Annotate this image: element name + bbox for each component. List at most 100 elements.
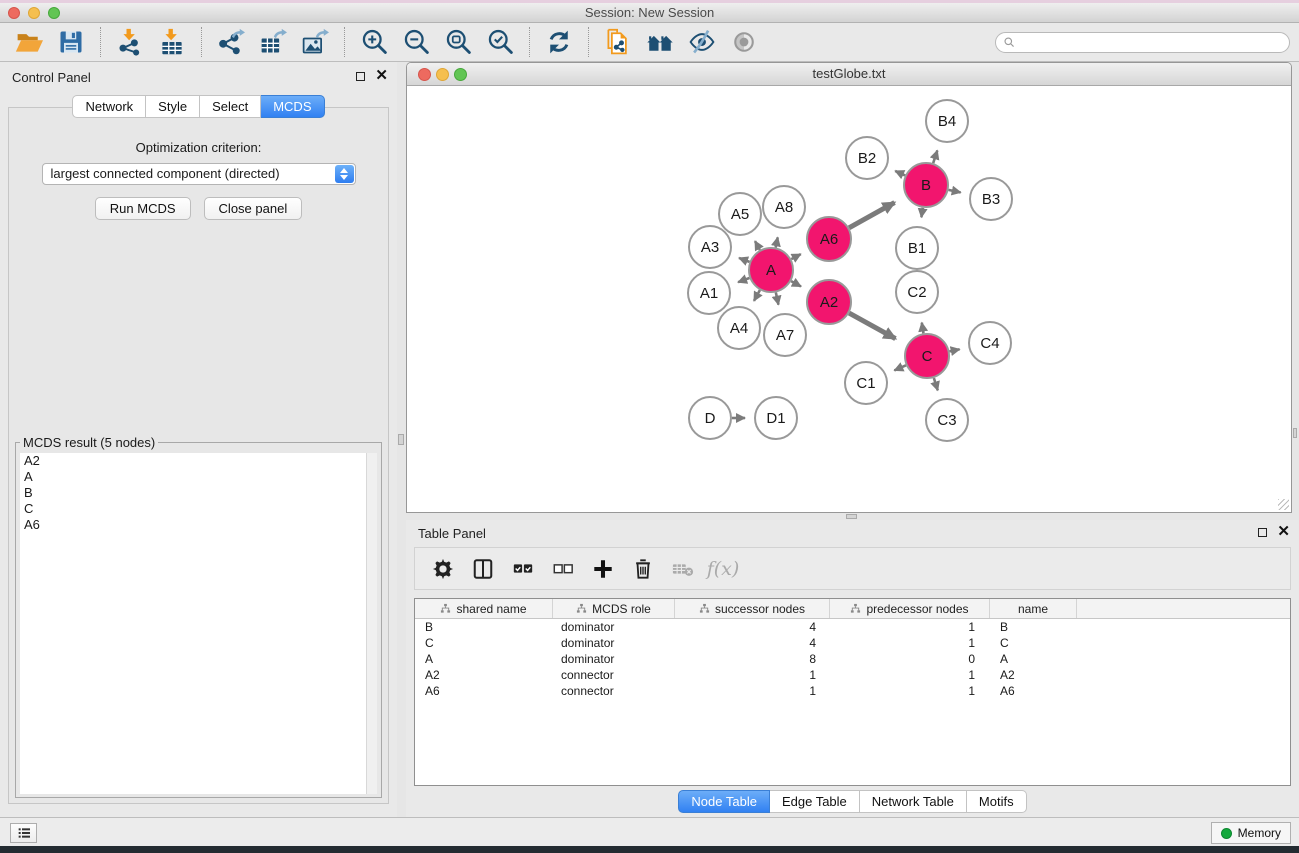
vertical-splitter[interactable] <box>397 62 406 817</box>
export-network-icon[interactable] <box>216 27 246 57</box>
search-box[interactable] <box>995 32 1290 53</box>
delete-table-icon[interactable] <box>671 557 695 581</box>
show-all-icon[interactable] <box>729 27 759 57</box>
save-session-icon[interactable] <box>56 27 86 57</box>
tab-mcds[interactable]: MCDS <box>261 95 324 118</box>
list-item[interactable]: A2 <box>20 453 377 469</box>
minimize-window-button[interactable] <box>28 7 40 19</box>
first-neighbors-icon[interactable] <box>645 27 675 57</box>
graph-edge-A-A3[interactable] <box>739 258 749 262</box>
table-row[interactable]: Bdominator41B <box>415 619 1290 635</box>
tab-network-table[interactable]: Network Table <box>860 790 967 813</box>
import-network-icon[interactable] <box>115 27 145 57</box>
network-minimize-button[interactable] <box>436 68 449 81</box>
graph-node-label: A3 <box>701 239 719 256</box>
graph-node-label: B <box>921 177 931 194</box>
close-panel-icon[interactable]: ✕ <box>375 71 388 81</box>
zoom-window-button[interactable] <box>48 7 60 19</box>
graph-edge-A-A4[interactable] <box>754 290 760 301</box>
network-zoom-button[interactable] <box>454 68 467 81</box>
tab-motifs[interactable]: Motifs <box>967 790 1027 813</box>
graph-edge-A2-C[interactable] <box>849 313 895 339</box>
graph-edge-B-B3[interactable] <box>948 190 960 193</box>
list-item[interactable]: B <box>20 485 377 501</box>
close-panel-button[interactable]: Close panel <box>204 197 303 220</box>
tab-style[interactable]: Style <box>146 95 200 118</box>
split-view-icon[interactable] <box>471 557 495 581</box>
open-file-icon[interactable] <box>14 27 44 57</box>
graph-edge-A-A8[interactable] <box>776 237 778 247</box>
resize-grip[interactable] <box>1278 499 1289 510</box>
export-image-icon[interactable] <box>300 27 330 57</box>
close-window-button[interactable] <box>8 7 20 19</box>
splitter-handle[interactable] <box>398 434 404 445</box>
toolbar-separator <box>588 27 589 57</box>
table-cell: A2 <box>990 668 1077 682</box>
graph-edge-C-C3[interactable] <box>934 378 938 390</box>
tab-edge-table[interactable]: Edge Table <box>770 790 860 813</box>
apply-layout-icon[interactable] <box>544 27 574 57</box>
graph-edge-C-C4[interactable] <box>950 349 960 351</box>
splitter-handle[interactable] <box>1293 428 1297 438</box>
graph-edge-B-B1[interactable] <box>921 208 922 218</box>
float-panel-icon[interactable] <box>356 72 365 81</box>
graph-edge-A-A2[interactable] <box>791 281 801 286</box>
table-cell: 4 <box>675 636 830 650</box>
column-header[interactable]: successor nodes <box>675 599 830 618</box>
deselect-all-icon[interactable] <box>551 557 575 581</box>
apply-function-icon[interactable]: f(x) <box>711 557 735 581</box>
table-row[interactable]: Cdominator41C <box>415 635 1290 651</box>
splitter-handle[interactable] <box>846 514 857 519</box>
table-row[interactable]: A2connector11A2 <box>415 667 1290 683</box>
export-table-icon[interactable] <box>258 27 288 57</box>
float-panel-icon[interactable] <box>1258 528 1267 537</box>
run-mcds-button[interactable]: Run MCDS <box>95 197 191 220</box>
graph-edge-A-A6[interactable] <box>791 254 800 259</box>
tab-select[interactable]: Select <box>200 95 261 118</box>
network-canvas[interactable]: AA1A2A3A4A5A6A7A8BB1B2B3B4CC1C2C3C4DD1 <box>407 87 1291 512</box>
delete-column-icon[interactable] <box>631 557 655 581</box>
horizontal-splitter[interactable] <box>406 513 1299 520</box>
mcds-result-list: A2ABCA6 <box>20 453 377 794</box>
graph-edge-C-C2[interactable] <box>922 323 924 334</box>
column-header[interactable]: MCDS role <box>553 599 675 618</box>
graph-edge-A6-B[interactable] <box>849 203 894 228</box>
zoom-in-icon[interactable] <box>359 27 389 57</box>
zoom-fit-icon[interactable] <box>443 27 473 57</box>
memory-button[interactable]: Memory <box>1211 822 1291 844</box>
graph-edge-A-A1[interactable] <box>738 278 749 282</box>
list-item[interactable]: C <box>20 501 377 517</box>
network-close-button[interactable] <box>418 68 431 81</box>
graph-edge-A-A7[interactable] <box>776 292 779 304</box>
hide-selected-icon[interactable] <box>687 27 717 57</box>
add-column-icon[interactable] <box>591 557 615 581</box>
table-row[interactable]: Adominator80A <box>415 651 1290 667</box>
tab-network[interactable]: Network <box>72 95 146 118</box>
graph-edge-A-A5[interactable] <box>755 241 760 250</box>
graph-edge-B-B2[interactable] <box>895 171 905 176</box>
right-splitter[interactable] <box>1292 62 1299 513</box>
network-window-titlebar[interactable]: testGlobe.txt <box>407 63 1291 86</box>
select-all-icon[interactable] <box>511 557 535 581</box>
zoom-selected-icon[interactable] <box>485 27 515 57</box>
new-network-from-selection-icon[interactable] <box>603 27 633 57</box>
graph-node-label: A8 <box>775 199 793 216</box>
list-item[interactable]: A6 <box>20 517 377 533</box>
column-header[interactable]: shared name <box>415 599 553 618</box>
settings-icon[interactable] <box>431 557 455 581</box>
close-panel-icon[interactable]: ✕ <box>1277 527 1290 537</box>
zoom-out-icon[interactable] <box>401 27 431 57</box>
column-header[interactable]: predecessor nodes <box>830 599 990 618</box>
import-table-icon[interactable] <box>157 27 187 57</box>
task-history-button[interactable] <box>10 823 37 843</box>
criterion-dropdown[interactable]: largest connected component (directed) <box>42 163 356 185</box>
tab-node-table[interactable]: Node Table <box>678 790 770 813</box>
search-input[interactable] <box>1016 36 1289 50</box>
table-cell: A6 <box>415 684 553 698</box>
graph-edge-B-B4[interactable] <box>933 150 937 163</box>
result-scrollbar[interactable] <box>366 453 377 794</box>
list-item[interactable]: A <box>20 469 377 485</box>
table-row[interactable]: A6connector11A6 <box>415 683 1290 699</box>
column-header[interactable]: name <box>990 599 1077 618</box>
graph-edge-C-C1[interactable] <box>894 365 906 370</box>
